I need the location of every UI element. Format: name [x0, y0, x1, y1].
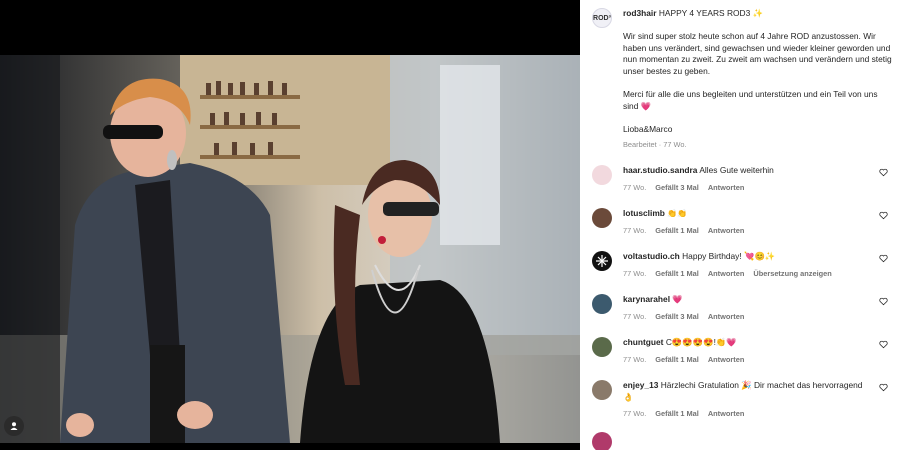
- caption-paragraph: Wir sind super stolz heute schon auf 4 J…: [623, 31, 892, 76]
- starburst-icon: [596, 255, 608, 267]
- caption-paragraph: Merci für alle die uns begleiten und unt…: [623, 89, 878, 111]
- comment-text: 👏👏: [667, 209, 688, 218]
- comment-text: Happy Birthday! 💘😊✨: [682, 251, 776, 261]
- comment-time: 77 Wo.: [623, 409, 647, 419]
- comment: enjey_13 Härzlechi Gratulation 🎉 Dir mac…: [592, 380, 892, 420]
- translate-button[interactable]: Übersetzung anzeigen: [753, 269, 831, 278]
- avatar-label: ROD³: [593, 14, 611, 22]
- avatar[interactable]: [592, 251, 612, 271]
- avatar[interactable]: [592, 294, 612, 314]
- post-photo: [0, 55, 580, 443]
- heart-outline-icon[interactable]: [879, 168, 888, 177]
- likes-count[interactable]: Gefällt 1 Mal: [655, 355, 699, 364]
- avatar[interactable]: [592, 208, 612, 228]
- post-username[interactable]: rod3hair: [623, 8, 657, 18]
- comment: karynarahel 💗 77 Wo. Gefällt 3 Mal Antwort…: [592, 294, 892, 322]
- comment-time: 77 Wo.: [623, 268, 647, 278]
- comment-time: 77 Wo.: [623, 182, 647, 192]
- avatar[interactable]: [592, 380, 612, 400]
- post-headline: HAPPY 4 YEARS ROD3 ✨: [658, 8, 763, 18]
- reply-button[interactable]: Antworten: [708, 269, 745, 278]
- comment-text: Härzlechi Gratulation 🎉 Dir machet das h…: [623, 380, 863, 402]
- comment-time: 77 Wo.: [623, 311, 647, 321]
- avatar[interactable]: ROD³: [592, 8, 612, 28]
- reply-button[interactable]: Antworten: [708, 409, 745, 418]
- heart-outline-icon[interactable]: [879, 211, 888, 220]
- likes-count[interactable]: Gefällt 1 Mal: [655, 409, 699, 418]
- likes-count[interactable]: Gefällt 3 Mal: [655, 183, 699, 192]
- heart-outline-icon[interactable]: [879, 254, 888, 263]
- comment: voltastudio.ch Happy Birthday! 💘😊✨ 77 Wo…: [592, 251, 892, 279]
- comment-username[interactable]: voltastudio.ch: [623, 251, 680, 261]
- post-media[interactable]: [0, 0, 580, 450]
- comment-text: C😍😍😍😍!👏💗: [665, 337, 737, 347]
- comment-time: 77 Wo.: [623, 354, 647, 364]
- heart-outline-icon[interactable]: [879, 383, 888, 392]
- likes-count[interactable]: Gefällt 3 Mal: [655, 312, 699, 321]
- heart-outline-icon[interactable]: [879, 297, 888, 306]
- user-tag-icon[interactable]: [4, 416, 24, 436]
- avatar[interactable]: [592, 165, 612, 185]
- post-side-panel: ROD³ rod3hair HAPPY 4 YEARS ROD3 ✨ Wir s…: [580, 0, 900, 450]
- reply-button[interactable]: Antworten: [708, 226, 745, 235]
- comment-text: Alles Gute weiterhin: [699, 165, 774, 175]
- comment-username[interactable]: chuntguet: [623, 337, 663, 347]
- post-caption: ROD³ rod3hair HAPPY 4 YEARS ROD3 ✨ Wir s…: [592, 8, 892, 150]
- comment-time: 77 Wo.: [623, 225, 647, 235]
- comment: chuntguet C😍😍😍😍!👏💗 77 Wo. Gefällt 1 Mal An…: [592, 337, 892, 365]
- likes-count[interactable]: Gefällt 1 Mal: [655, 269, 699, 278]
- comment-username[interactable]: karynarahel: [623, 294, 670, 304]
- likes-count[interactable]: Gefällt 1 Mal: [655, 226, 699, 235]
- comment: lotusclimb 👏👏 77 Wo. Gefällt 1 Mal Antwort…: [592, 208, 892, 236]
- post-meta: Bearbeitet · 77 Wo.: [623, 139, 687, 149]
- caption-signature: Lioba&Marco: [623, 123, 673, 134]
- reply-button[interactable]: Antworten: [708, 312, 745, 321]
- comment-username[interactable]: enjey_13: [623, 380, 658, 390]
- comment: haar.studio.sandra Alles Gute weiterhin …: [592, 165, 892, 193]
- avatar[interactable]: [592, 337, 612, 357]
- reply-button[interactable]: Antworten: [708, 183, 745, 192]
- avatar[interactable]: [592, 432, 612, 450]
- heart-outline-icon[interactable]: [879, 340, 888, 349]
- comment-text: 💗: [672, 294, 683, 304]
- comment-username[interactable]: lotusclimb: [623, 208, 665, 218]
- reply-button[interactable]: Antworten: [708, 355, 745, 364]
- comment-username[interactable]: haar.studio.sandra: [623, 165, 697, 175]
